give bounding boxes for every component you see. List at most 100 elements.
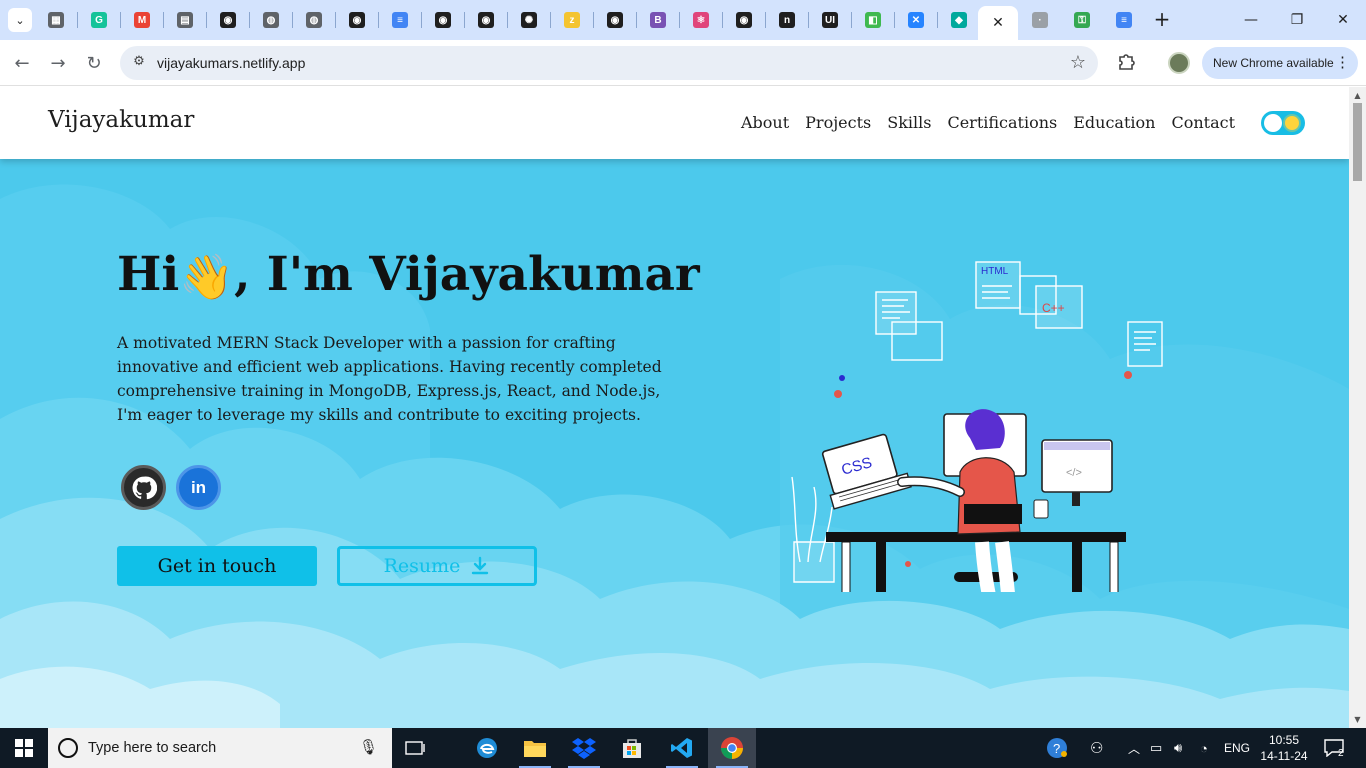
tab-netlify-1[interactable]: n [767,6,807,34]
dropbox-icon[interactable] [560,728,608,768]
tab-separator [765,12,766,28]
tab-active-portfolio[interactable]: ✕ [978,6,1018,40]
tab-separator [593,12,594,28]
tab-diamond[interactable]: ◆ [939,6,979,34]
gmail-icon: M [134,12,150,28]
nav-link-skills[interactable]: Skills [887,113,931,132]
task-view-icon[interactable] [392,728,440,768]
tab-jira[interactable]: ✕ [896,6,936,34]
netlify-icon: n [779,12,795,28]
notification-center-icon[interactable]: 2 [1324,728,1344,768]
bookmark-star-icon[interactable]: ☆ [1070,52,1086,73]
file-explorer-icon[interactable] [511,728,559,768]
extensions-icon[interactable] [1114,50,1138,74]
tab-gmail[interactable]: M [122,6,162,34]
tab-separator [206,12,207,28]
scroll-down-icon[interactable]: ▼ [1353,715,1362,724]
resume-label: Resume [383,555,461,577]
tab-ui[interactable]: UI [810,6,850,34]
close-tab-icon[interactable]: ✕ [992,15,1004,31]
download-icon [472,556,489,575]
tab-docs[interactable]: ≡ [380,6,420,34]
tab-globe-1[interactable]: ◍ [251,6,291,34]
tab-separator [808,12,809,28]
tab-github-2[interactable]: ◉ [337,6,377,34]
tab-sheet[interactable]: ▤ [165,6,205,34]
chrome-menu-icon[interactable]: ⋮ [1335,53,1350,71]
tab-grammarly[interactable]: G [79,6,119,34]
wifi-icon[interactable]: ◔ [1200,728,1208,768]
get-in-touch-button[interactable]: Get in touch [117,546,317,586]
reload-icon[interactable]: ↻ [81,50,107,76]
bootstrap-icon: B [650,12,666,28]
nav-link-about[interactable]: About [741,113,789,132]
minimize-icon[interactable]: — [1228,0,1274,40]
nav-link-certifications[interactable]: Certifications [947,113,1057,132]
address-bar[interactable]: ⚙ vijayakumars.netlify.app ☆ [120,46,1098,80]
github-icon: ◉ [478,12,494,28]
tab-bootstrap[interactable]: B [638,6,678,34]
forward-icon[interactable]: → [45,50,71,76]
back-icon[interactable]: ← [9,50,35,76]
tab-chatgpt[interactable]: ✺ [509,6,549,34]
github-icon [132,476,157,499]
waving-hand-icon: 👋 [179,252,235,303]
tab-github-4[interactable]: ◉ [466,6,506,34]
system-clock[interactable]: 10:55 14-11-24 [1255,732,1313,764]
tab-zz[interactable]: z [552,6,592,34]
taskbar-search-box[interactable]: Type here to search 🎙 [48,728,392,768]
hero-title-name: , I'm Vijayakumar [234,247,700,302]
tab-github-6[interactable]: ◉ [724,6,764,34]
linkedin-link[interactable]: in [176,465,221,510]
edge-icon[interactable] [463,728,511,768]
nav-link-projects[interactable]: Projects [805,113,871,132]
search-icon [58,738,78,758]
microsoft-store-icon[interactable] [608,728,656,768]
tab-react[interactable]: ⚛ [681,6,721,34]
new-tab-button[interactable]: + [1151,9,1173,31]
profile-avatar[interactable] [1168,52,1190,74]
tab-coderpad[interactable]: ◧ [853,6,893,34]
tab-globe-2[interactable]: ◍ [294,6,334,34]
linkedin-icon: in [190,477,207,497]
close-window-icon[interactable]: ✕ [1320,0,1366,40]
tab-github-5[interactable]: ◉ [595,6,635,34]
tab-classroom[interactable]: ▦ [36,6,76,34]
scroll-thumb[interactable] [1353,103,1362,181]
windows-start-button[interactable] [0,728,48,768]
help-icon[interactable]: ? [1046,728,1068,768]
github-link[interactable] [121,465,166,510]
battery-icon[interactable]: ▭ [1150,728,1162,768]
taskbar-search-placeholder: Type here to search [88,740,217,756]
resume-button[interactable]: Resume [337,546,537,586]
show-hidden-icons-chevron-icon[interactable]: ︿ [1128,728,1140,768]
people-icon[interactable]: ⚇ [1090,728,1103,768]
google-docs-icon: ≡ [392,12,408,28]
input-language[interactable]: ENG [1224,728,1250,768]
svg-text:?: ? [1053,741,1060,756]
nav-link-contact[interactable]: Contact [1171,113,1235,132]
scroll-up-icon[interactable]: ▲ [1353,91,1362,100]
tab-loading[interactable]: · [1020,6,1060,34]
url-text[interactable]: vijayakumars.netlify.app [157,55,305,71]
site-info-icon[interactable]: ⚙ [130,54,148,72]
new-chrome-available-button[interactable]: New Chrome available ⋮ [1202,47,1358,79]
hero-title-hi: Hi [117,247,180,302]
tab-docs-2[interactable]: ≡ [1104,6,1144,34]
github-icon: ◉ [435,12,451,28]
tab-search-chevron-icon[interactable]: ⌄ [8,8,32,32]
tab-separator [421,12,422,28]
microphone-icon[interactable]: 🎙 [359,738,378,756]
page-scrollbar[interactable]: ▲ ▼ [1349,87,1366,728]
tab-key[interactable]: ⚿ [1062,6,1102,34]
theme-toggle[interactable] [1261,111,1305,135]
restore-icon[interactable]: ❐ [1274,0,1320,40]
tab-github-1[interactable]: ◉ [208,6,248,34]
chrome-taskbar-icon[interactable] [708,728,756,768]
volume-icon[interactable]: 🔊︎ [1174,728,1182,768]
site-brand[interactable]: Vijayakumar [48,107,194,133]
tab-separator [722,12,723,28]
vscode-icon[interactable] [658,728,706,768]
tab-github-3[interactable]: ◉ [423,6,463,34]
nav-link-education[interactable]: Education [1073,113,1155,132]
